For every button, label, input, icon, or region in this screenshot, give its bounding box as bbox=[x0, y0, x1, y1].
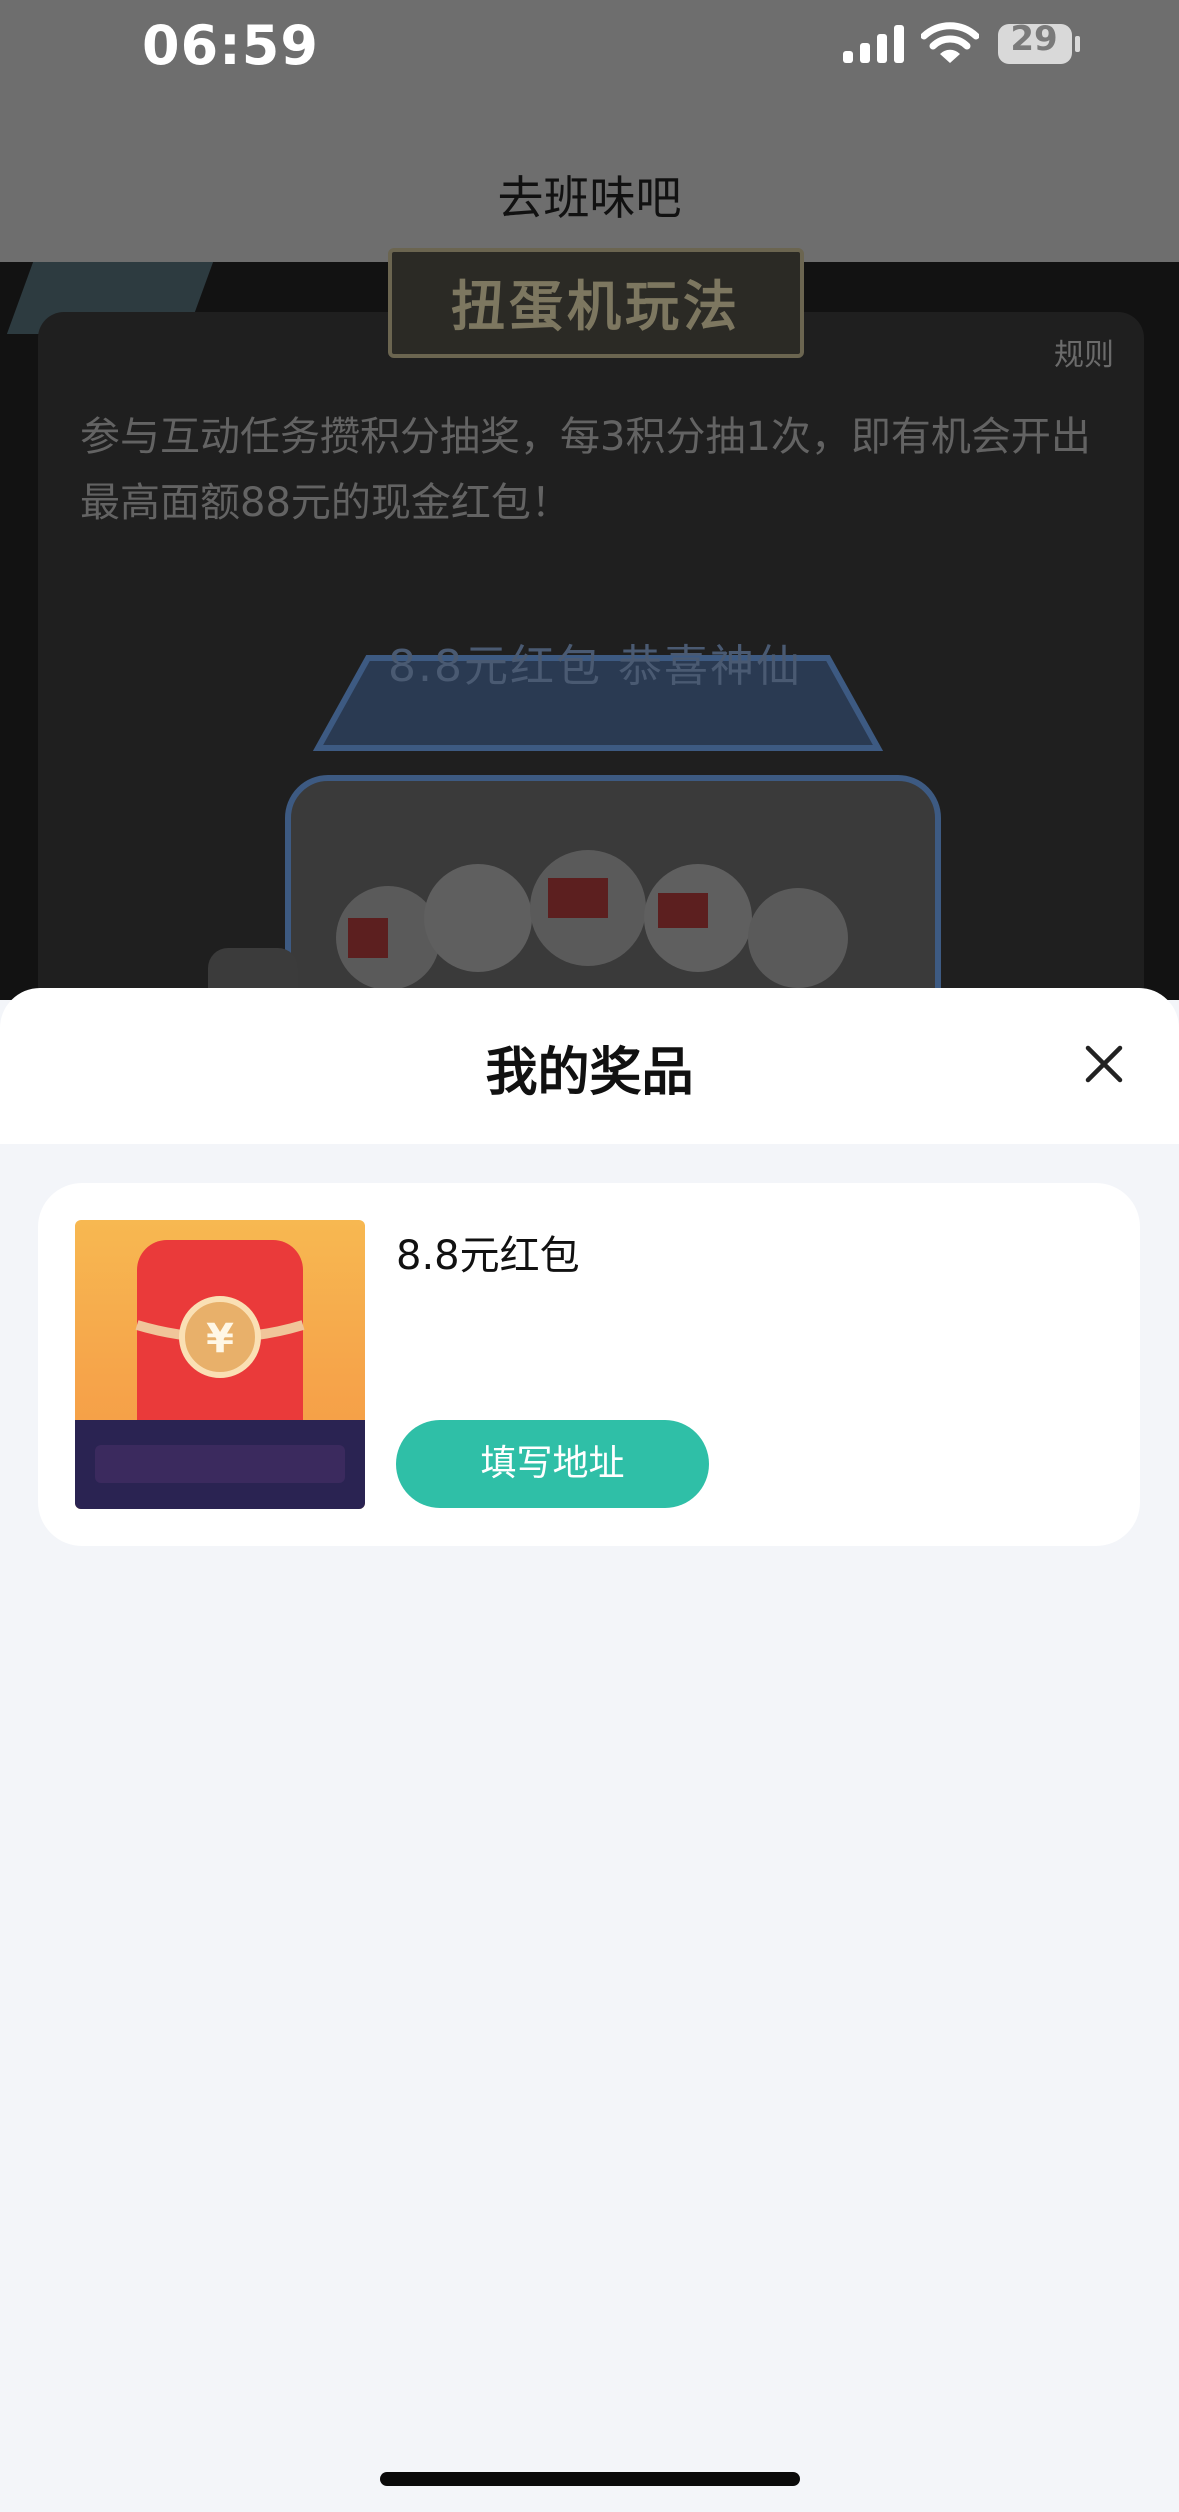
battery-level: 29 bbox=[1010, 19, 1058, 59]
gacha-intro-text: 参与互动任务攒积分抽奖，每3积分抽1次，即有机会开出最高面额88元的现金红包！ bbox=[80, 414, 1091, 526]
home-indicator[interactable] bbox=[380, 2472, 800, 2486]
cellular-signal-icon bbox=[843, 25, 904, 63]
fill-address-button[interactable]: 填写地址 bbox=[396, 1420, 709, 1508]
status-time: 06:59 bbox=[142, 14, 319, 77]
rules-link[interactable]: 规则 bbox=[1054, 330, 1114, 374]
wifi-icon bbox=[921, 22, 979, 63]
game-banner-title: 扭蛋机玩法 bbox=[451, 275, 741, 338]
prize-name: 8.8元红包 bbox=[396, 1233, 580, 1279]
background-page: 06:59 29 去班味吧 规则 参与互动任务攒积分抽奖，每3积分抽1次，即有机… bbox=[0, 0, 1179, 1000]
prize-image: ¥ bbox=[75, 1220, 365, 1509]
svg-text:¥: ¥ bbox=[206, 1316, 234, 1362]
gacha-machine-image bbox=[208, 655, 941, 1000]
page-title: 去班味吧 bbox=[497, 171, 682, 225]
gacha-page-content: 规则 参与互动任务攒积分抽奖，每3积分抽1次，即有机会开出最高面额88元的现金红… bbox=[0, 248, 1179, 1000]
prize-card: ¥ 8.8元红包 填写地址 bbox=[38, 1183, 1140, 1546]
game-banner: 扭蛋机玩法 bbox=[388, 248, 804, 358]
close-icon[interactable] bbox=[1084, 1044, 1124, 1084]
red-envelope-icon: ¥ bbox=[75, 1240, 365, 1509]
nav-bar: 去班味吧 bbox=[0, 120, 1179, 262]
sheet-title: 我的奖品 bbox=[485, 1043, 694, 1103]
gacha-machine-label: 8.8元红包 恭喜神仙 bbox=[388, 641, 802, 692]
status-bar: 06:59 29 bbox=[0, 0, 1179, 120]
prizes-sheet-header: 我的奖品 bbox=[0, 988, 1179, 1144]
